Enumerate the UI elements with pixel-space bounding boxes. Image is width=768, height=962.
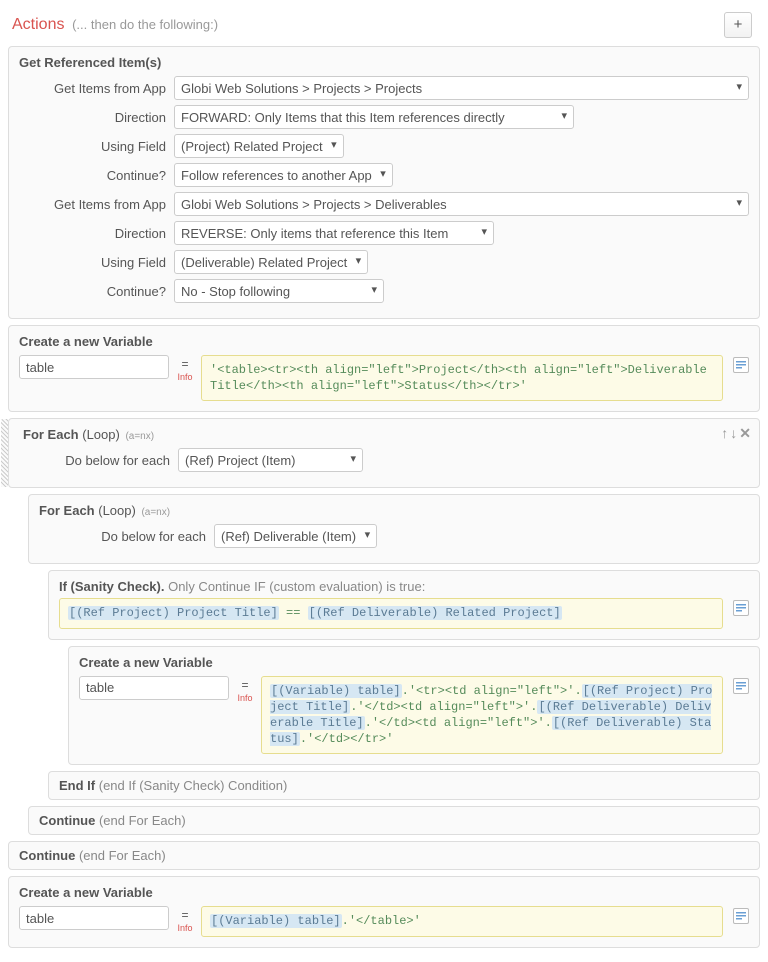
app-select-2[interactable]: Globi Web Solutions > Projects > Deliver… (174, 192, 749, 216)
info-link[interactable]: Info (177, 372, 192, 382)
for-each-panel-2: For Each (Loop) (a=nx) Do below for each… (28, 494, 760, 564)
variable-name-input-3[interactable] (19, 906, 169, 930)
close-icon[interactable]: ✕ (739, 425, 751, 442)
create-variable-panel-3: Create a new Variable =Info [(Variable) … (8, 876, 760, 947)
continue-panel-2: Continue (end For Each) (8, 841, 760, 870)
info-link[interactable]: Info (177, 923, 192, 933)
move-down-icon[interactable]: ↓ (730, 425, 737, 442)
create-variable-panel-2: Create a new Variable =Info [(Variable) … (68, 646, 760, 766)
for-each-panel-1: ↑ ↓ ✕ For Each (Loop) (a=nx) Do below fo… (8, 418, 760, 488)
loop-select-2[interactable]: (Ref) Deliverable (Item) (214, 524, 377, 548)
add-action-button[interactable]: + (724, 12, 752, 38)
actions-subtitle: (... then do the following:) (72, 17, 218, 32)
variable-value-code-3[interactable]: [(Variable) table].'</table>' (201, 906, 723, 936)
info-link[interactable]: Info (237, 693, 252, 703)
app-select-1[interactable]: Globi Web Solutions > Projects > Project… (174, 76, 749, 100)
loop-controls: ↑ ↓ ✕ (721, 425, 751, 442)
continue-panel-1: Continue (end For Each) (28, 806, 760, 835)
field-select-1[interactable]: (Project) Related Project (174, 134, 344, 158)
create-variable-panel-1: Create a new Variable =Info '<table><tr>… (8, 325, 760, 412)
if-condition-code[interactable]: [(Ref Project) Project Title] == [(Ref D… (59, 598, 723, 628)
continue-select-1[interactable]: Follow references to another App (174, 163, 393, 187)
loop-select-1[interactable]: (Ref) Project (Item) (178, 448, 363, 472)
continue-select-2[interactable]: No - Stop following (174, 279, 384, 303)
end-if-panel: End If (end If (Sanity Check) Condition) (48, 771, 760, 800)
get-referenced-items-panel: Get Referenced Item(s) Get Items from Ap… (8, 46, 760, 319)
variable-name-input-1[interactable] (19, 355, 169, 379)
edit-icon[interactable] (733, 600, 749, 616)
if-sanity-check-panel: If (Sanity Check). Only Continue IF (cus… (48, 570, 760, 639)
actions-title: Actions (12, 16, 64, 33)
field-select-2[interactable]: (Deliverable) Related Project (174, 250, 368, 274)
variable-value-code-1[interactable]: '<table><tr><th align="left">Project</th… (201, 355, 723, 401)
panel-title: Get Referenced Item(s) (19, 55, 749, 70)
direction-select-2[interactable]: REVERSE: Only items that reference this … (174, 221, 494, 245)
move-up-icon[interactable]: ↑ (721, 425, 728, 442)
actions-header: Actions (... then do the following:) + (8, 8, 760, 46)
edit-icon[interactable] (733, 678, 749, 694)
variable-name-input-2[interactable] (79, 676, 229, 700)
edit-icon[interactable] (733, 908, 749, 924)
drag-handle-icon[interactable] (1, 419, 8, 487)
variable-value-code-2[interactable]: [(Variable) table].'<tr><td align="left"… (261, 676, 723, 755)
edit-icon[interactable] (733, 357, 749, 373)
direction-select-1[interactable]: FORWARD: Only Items that this Item refer… (174, 105, 574, 129)
